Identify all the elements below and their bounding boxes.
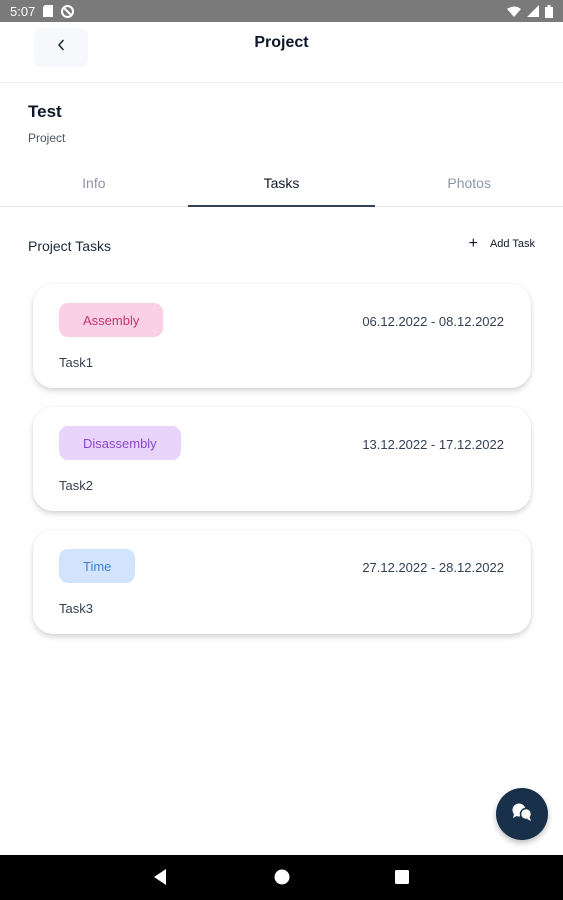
tab-info[interactable]: Info [0, 160, 188, 206]
task-date-range: 27.12.2022 - 28.12.2022 [362, 560, 504, 575]
task-date-range: 13.12.2022 - 17.12.2022 [362, 437, 504, 452]
task-card[interactable]: Assembly 06.12.2022 - 08.12.2022 Task1 [33, 284, 531, 388]
tab-bar: Info Tasks Photos [0, 160, 563, 207]
task-date-range: 06.12.2022 - 08.12.2022 [362, 314, 504, 329]
chat-fab-button[interactable] [496, 788, 548, 840]
signal-icon [527, 5, 539, 17]
no-disturb-icon [61, 4, 75, 18]
status-bar: 5:07 [0, 0, 563, 22]
system-nav-bar [0, 855, 563, 900]
recents-square-icon[interactable] [394, 868, 410, 886]
battery-icon [545, 4, 553, 18]
home-circle-icon[interactable] [273, 868, 291, 886]
category-badge: Time [59, 549, 136, 583]
task-card[interactable]: Time 27.12.2022 - 28.12.2022 Task3 [33, 530, 531, 634]
tab-photos[interactable]: Photos [375, 160, 563, 206]
app-bar: Project [0, 22, 563, 83]
task-card[interactable]: Disassembly 13.12.2022 - 17.12.2022 Task… [33, 407, 531, 511]
tab-tasks[interactable]: Tasks [187, 160, 376, 207]
page-title: Project [254, 34, 309, 51]
status-time: 5:07 [10, 3, 36, 19]
project-name: Test [28, 102, 62, 121]
back-triangle-icon[interactable] [152, 868, 168, 886]
sd-card-icon [43, 5, 54, 17]
category-badge: Assembly [59, 303, 164, 337]
section-title: Project Tasks [28, 238, 111, 254]
plus-icon: + [468, 235, 478, 252]
wifi-icon [507, 6, 521, 17]
add-task-button[interactable]: + Add Task [469, 236, 535, 252]
project-type: Project [28, 131, 66, 145]
task-name: Task1 [59, 355, 93, 370]
category-badge: Disassembly [59, 426, 181, 460]
chat-icon [510, 801, 534, 828]
task-name: Task3 [59, 601, 93, 616]
status-right [507, 4, 553, 18]
task-name: Task2 [59, 478, 93, 493]
add-task-label: Add Task [489, 238, 535, 250]
status-left: 5:07 [10, 3, 75, 19]
